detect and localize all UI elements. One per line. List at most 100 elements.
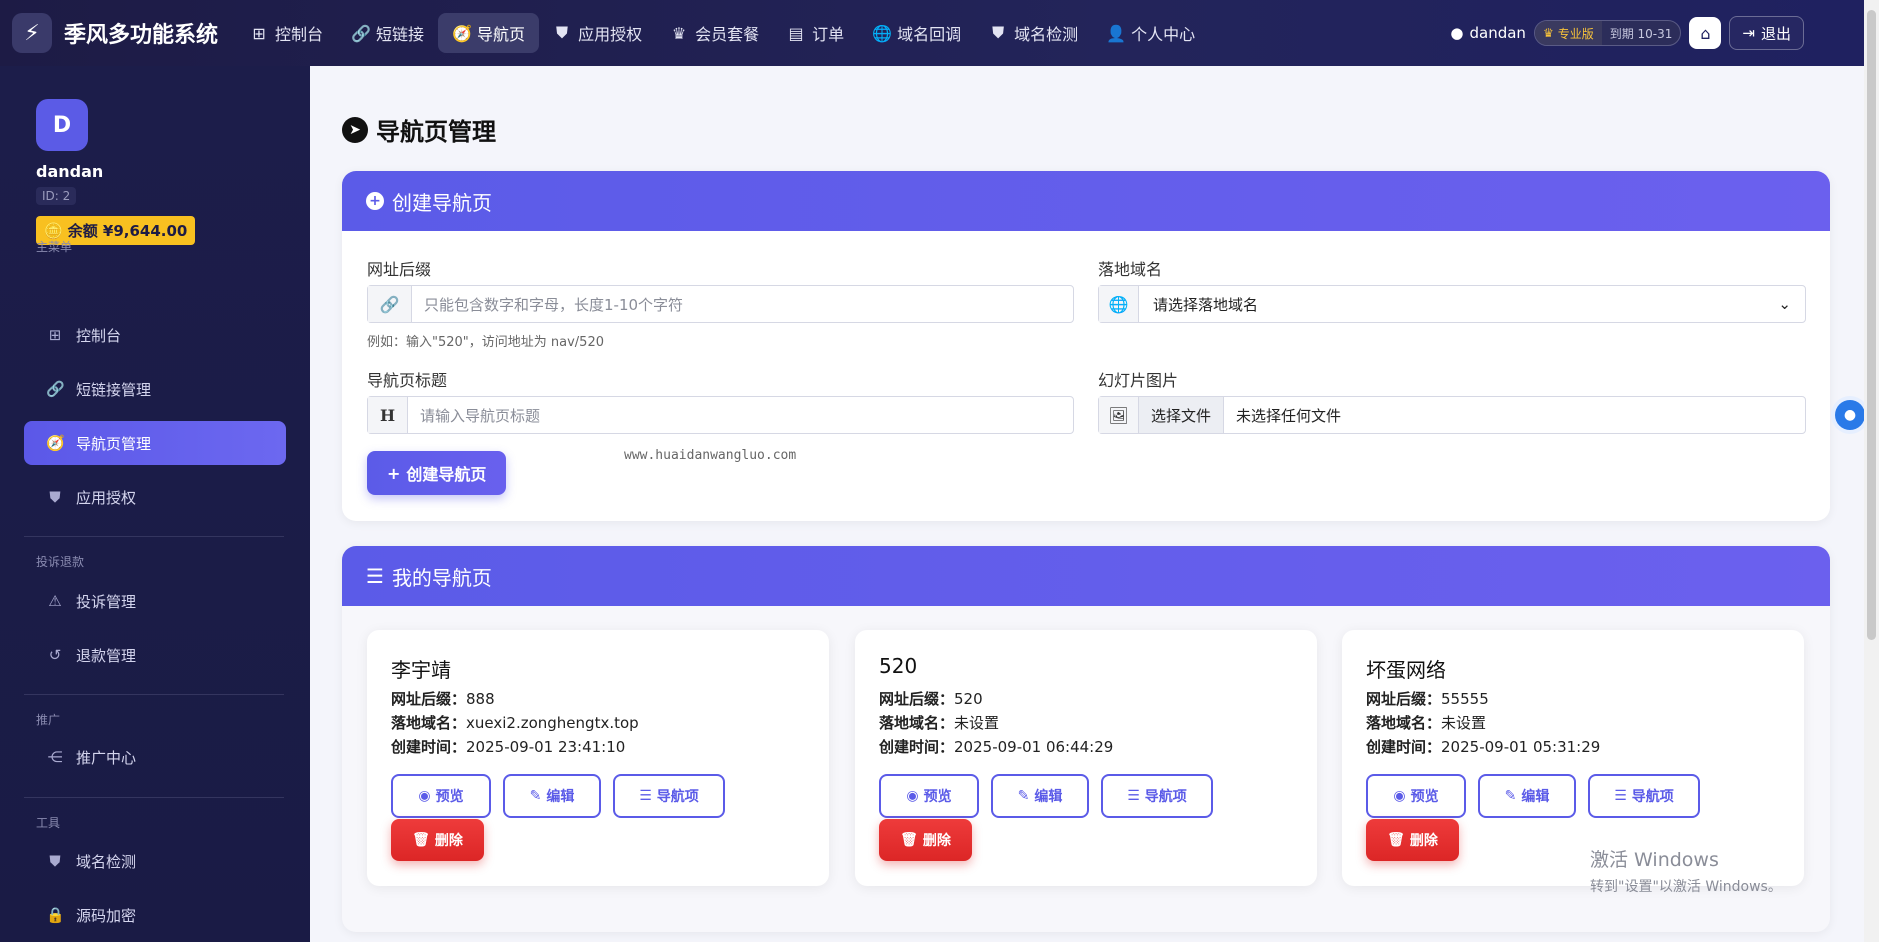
nav-profile[interactable]: 👤 个人中心	[1092, 13, 1209, 53]
nav-dashboard[interactable]: ⊞ 控制台	[236, 13, 337, 53]
create-navpage-button[interactable]: + 创建导航页	[367, 451, 507, 495]
navpage-suffix: 网址后缀：520	[879, 690, 983, 708]
sidebar-item-encrypt[interactable]: 🔒 源码加密	[24, 893, 286, 937]
nav-shortlink[interactable]: 🔗 短链接	[337, 13, 438, 53]
title-input[interactable]: 请输入导航页标题	[408, 397, 1073, 433]
windows-activation-notice: 激活 Windows 转到"设置"以激活 Windows。	[1590, 849, 1782, 895]
crown-icon: ♛	[671, 23, 687, 43]
brand-name[interactable]: 季风多功能系统	[64, 17, 218, 49]
warning-icon: ⚠	[48, 592, 62, 610]
user-id-badge: ID: 2	[36, 187, 77, 205]
edit-button[interactable]: ✎ 编辑	[1478, 774, 1576, 818]
sidebar-item-app-auth[interactable]: ⛊ 应用授权	[24, 475, 286, 519]
sidebar-username: dandan	[36, 162, 104, 181]
delete-button[interactable]: 🗑 删除	[879, 819, 972, 861]
navpage-created: 创建时间：2025-09-01 06:44:29	[879, 738, 1114, 756]
user-circle-icon: ●	[1450, 24, 1464, 42]
section-main: 主菜单	[36, 240, 73, 254]
logout-button[interactable]: ⇥ 退出	[1729, 16, 1804, 50]
navpage-suffix: 网址后缀：888	[391, 690, 495, 708]
eye-icon: ◉	[418, 788, 431, 804]
file-status: 未选择任何文件	[1236, 406, 1342, 425]
nav-items-button[interactable]: ☰ 导航项	[1101, 774, 1213, 818]
list-card-header: ☰ 我的导航页	[342, 546, 1830, 606]
sidebar-item-navpage[interactable]: 🧭 导航页管理	[24, 421, 286, 465]
coins-icon: 🪙	[44, 221, 63, 240]
list-icon: ☰	[1614, 788, 1627, 804]
home-button[interactable]: ⌂	[1689, 17, 1722, 49]
page-title: ➤ 导航页管理	[342, 112, 496, 147]
user-menu[interactable]: ● dandan	[1450, 24, 1526, 42]
slide-label: 幻灯片图片	[1098, 371, 1179, 390]
domain-label: 落地域名	[1098, 260, 1163, 279]
suffix-input[interactable]: 只能包含数字和字母，长度1-10个字符	[412, 286, 1073, 322]
heading-icon: H	[368, 397, 408, 433]
avatar: D	[36, 99, 88, 151]
chevron-down-icon: ⌄	[1778, 295, 1791, 313]
divider	[24, 694, 284, 695]
sidebar-item-domain-check[interactable]: ⛊ 域名检测	[24, 839, 286, 883]
suffix-input-group: 🔗 只能包含数字和字母，长度1-10个字符	[367, 285, 1074, 323]
sidebar-item-dashboard[interactable]: ⊞ 控制台	[24, 313, 286, 357]
delete-button[interactable]: 🗑 删除	[391, 819, 484, 861]
delete-button[interactable]: 🗑 删除	[1366, 819, 1459, 861]
edit-button[interactable]: ✎ 编辑	[503, 774, 601, 818]
section-tools: 工具	[36, 816, 61, 830]
globe-icon: 🌐	[872, 23, 893, 43]
domain-select-group: 🌐 请选择落地域名 ⌄	[1098, 285, 1806, 323]
navpage-title: 520	[879, 654, 918, 678]
domain-select[interactable]: 请选择落地域名 ⌄	[1139, 286, 1805, 322]
nav-app-auth[interactable]: ⛊ 应用授权	[539, 13, 656, 53]
lock-icon: 🔒	[46, 906, 65, 924]
home-icon: ⌂	[1700, 23, 1711, 43]
navpage-domain: 落地域名：xuexi2.zonghengtx.top	[391, 714, 639, 732]
choose-file-button[interactable]: 选择文件	[1139, 397, 1225, 433]
nav-items-button[interactable]: ☰ 导航项	[613, 774, 725, 818]
globe-icon: 🌐	[1099, 286, 1139, 322]
link-icon: 🔗	[46, 380, 65, 398]
compass-icon: ➤	[342, 116, 368, 143]
section-complaint: 投诉退款	[36, 555, 85, 569]
nav-domain-callback[interactable]: 🌐 域名回调	[858, 13, 975, 53]
divider	[24, 797, 284, 798]
list-icon: ☰	[1127, 788, 1140, 804]
sidebar-item-promo[interactable]: ⋲ 推广中心	[24, 735, 286, 779]
shield-icon: ⛊	[992, 23, 1005, 42]
navpage-title: 李宇靖	[391, 658, 451, 682]
suffix-hint: 例如：输入"520"，访问地址为 nav/520	[367, 335, 604, 350]
navpage-suffix: 网址后缀：55555	[1366, 690, 1489, 708]
nav-items-button[interactable]: ☰ 导航项	[1588, 774, 1700, 818]
edit-icon: ✎	[1504, 788, 1517, 804]
edit-button[interactable]: ✎ 编辑	[991, 774, 1089, 818]
plan-badge: ♛ 专业版 到期 10-31	[1533, 20, 1682, 46]
trash-icon: 🗑	[900, 832, 918, 848]
preview-button[interactable]: ◉ 预览	[1366, 774, 1466, 818]
compass-icon: 🧭	[46, 434, 65, 452]
undo-icon: ↺	[48, 646, 62, 664]
sidebar-item-complaints[interactable]: ⚠ 投诉管理	[24, 579, 286, 623]
nav-navpage[interactable]: 🧭 导航页	[438, 13, 540, 53]
list-icon: ☰	[639, 788, 652, 804]
scroll-thumb[interactable]	[1867, 10, 1876, 640]
nav-membership[interactable]: ♛ 会员套餐	[656, 13, 773, 53]
navpage-card: 520 网址后缀：520 落地域名：未设置 创建时间：2025-09-01 06…	[855, 630, 1317, 886]
sidebar-item-refunds[interactable]: ↺ 退款管理	[24, 633, 286, 677]
section-promo: 推广	[36, 713, 61, 727]
eye-icon: ◉	[1393, 788, 1406, 804]
trash-icon: 🗑	[412, 832, 430, 848]
title-label: 导航页标题	[367, 371, 448, 390]
sidebar-item-shortlink[interactable]: 🔗 短链接管理	[24, 367, 286, 411]
chat-float-button[interactable]: ●	[1835, 400, 1865, 430]
create-card-header: + 创建导航页	[342, 171, 1830, 231]
nav-domain-check[interactable]: ⛊ 域名检测	[975, 13, 1092, 53]
preview-button[interactable]: ◉ 预览	[879, 774, 979, 818]
nav-orders[interactable]: ▤ 订单	[773, 13, 858, 53]
bolt-icon[interactable]: ⚡	[12, 13, 52, 53]
user-icon: 👤	[1106, 23, 1127, 43]
page-scrollbar[interactable]	[1864, 0, 1879, 942]
navpage-created: 创建时间：2025-09-01 05:31:29	[1366, 738, 1601, 756]
preview-button[interactable]: ◉ 预览	[391, 774, 491, 818]
list-icon: ☰	[366, 564, 384, 588]
create-navpage-card: + 创建导航页 网址后缀 🔗 只能包含数字和字母，长度1-10个字符 例如：输入…	[342, 171, 1830, 521]
slide-file-group: 🖼 选择文件 未选择任何文件	[1098, 396, 1806, 434]
